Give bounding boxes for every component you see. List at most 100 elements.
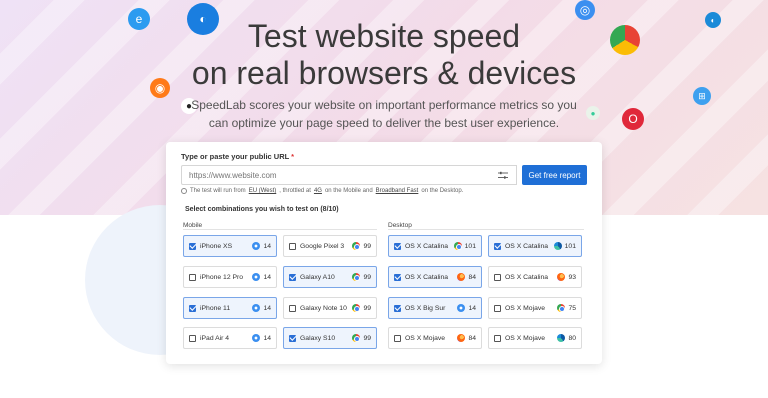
option-device-name: OS X Mojave <box>505 334 546 342</box>
checkbox-checked[interactable] <box>394 304 401 312</box>
combination-option[interactable]: iPhone XS 14 <box>183 235 277 257</box>
option-device-name: iPhone 11 <box>200 304 231 312</box>
mobile-group-label: Mobile <box>183 222 203 229</box>
safari-icon <box>252 242 261 250</box>
option-device-name: Galaxy A10 <box>300 273 335 281</box>
checkbox-checked[interactable] <box>494 242 501 250</box>
option-device-name: OS X Big Sur <box>405 304 446 312</box>
option-device-name: OS X Catalina <box>405 242 449 250</box>
browser-version: 80 <box>568 334 576 342</box>
option-device-name: OS X Catalina <box>505 273 549 281</box>
chrome-icon <box>557 304 566 312</box>
browser-version: 84 <box>468 273 476 281</box>
browser-version: 101 <box>464 242 476 250</box>
browser-version: 14 <box>263 242 271 250</box>
page-subtitle: SpeedLab scores your website on importan… <box>191 98 577 130</box>
speed-test-form: Type or paste your public URL * Get free… <box>166 142 602 364</box>
checkbox-unchecked[interactable] <box>189 273 196 281</box>
checkbox-checked[interactable] <box>394 242 401 250</box>
combination-option[interactable]: Galaxy A10 99 <box>283 266 377 288</box>
browser-version: 101 <box>564 242 576 250</box>
firefox-icon <box>457 334 466 342</box>
info-icon <box>181 188 187 194</box>
browser-version: 99 <box>363 242 371 250</box>
checkbox-checked[interactable] <box>289 334 296 342</box>
option-device-name: OS X Mojave <box>405 334 446 342</box>
option-device-name: OS X Catalina <box>505 242 549 250</box>
sliders-icon <box>497 171 508 179</box>
combination-option[interactable]: OS X Catalina 93 <box>488 266 582 288</box>
option-device-name: OS X Catalina <box>405 273 449 281</box>
safari-icon <box>457 304 466 312</box>
page-title-line-1: Test website speed <box>247 18 521 54</box>
get-free-report-button[interactable]: Get free report <box>522 165 587 185</box>
combination-option[interactable]: OS X Big Sur 14 <box>388 297 482 319</box>
required-mark: * <box>291 152 295 161</box>
edge-icon <box>553 242 562 250</box>
url-label: Type or paste your public URL * <box>181 152 295 161</box>
desktop-network-link[interactable]: Broadband Fast <box>376 188 419 194</box>
checkbox-unchecked[interactable] <box>494 334 501 342</box>
browser-version: 14 <box>263 334 271 342</box>
chrome-icon <box>352 242 361 250</box>
desktop-divider <box>388 229 584 230</box>
option-device-name: iPhone XS <box>200 242 233 250</box>
combination-option[interactable]: OS X Mojave 84 <box>388 327 482 349</box>
settings-button[interactable] <box>489 165 517 185</box>
combination-option[interactable]: OS X Catalina 84 <box>388 266 482 288</box>
browser-version: 75 <box>568 304 576 312</box>
safari-icon <box>252 304 261 312</box>
checkbox-unchecked[interactable] <box>494 304 501 312</box>
combination-option[interactable]: OS X Catalina 101 <box>388 235 482 257</box>
desktop-group-label: Desktop <box>388 222 412 229</box>
chrome-icon <box>453 242 462 250</box>
page-title-line-2: on real browsers & devices <box>191 55 577 91</box>
checkbox-checked[interactable] <box>189 304 196 312</box>
browser-version: 99 <box>363 334 371 342</box>
checkbox-unchecked[interactable] <box>394 334 401 342</box>
chrome-icon <box>352 334 361 342</box>
firefox-icon <box>457 273 466 281</box>
url-input[interactable] <box>181 165 505 185</box>
option-device-name: Google Pixel 3 <box>300 242 345 250</box>
checkbox-unchecked[interactable] <box>289 304 296 312</box>
combination-option[interactable]: OS X Mojave 80 <box>488 327 582 349</box>
combination-option[interactable]: Google Pixel 3 99 <box>283 235 377 257</box>
mobile-network-link[interactable]: 4G <box>314 188 322 194</box>
android-rocket-icon: ● <box>586 106 600 120</box>
safari-icon <box>252 273 261 281</box>
edge-icon <box>557 334 566 342</box>
browser-version: 14 <box>263 273 271 281</box>
chrome-icon <box>352 304 361 312</box>
browser-version: 14 <box>263 304 271 312</box>
mobile-divider <box>183 229 377 230</box>
combination-option[interactable]: iPhone 11 14 <box>183 297 277 319</box>
chrome-icon <box>352 273 361 281</box>
combination-option[interactable]: OS X Catalina 101 <box>488 235 582 257</box>
combination-option[interactable]: iPad Air 4 14 <box>183 327 277 349</box>
option-device-name: Galaxy S10 <box>300 334 336 342</box>
combinations-title: Select combinations you wish to test on … <box>185 206 339 213</box>
browser-version: 99 <box>363 304 371 312</box>
checkbox-checked[interactable] <box>189 242 196 250</box>
region-link[interactable]: EU (West) <box>249 188 277 194</box>
browser-version: 84 <box>468 334 476 342</box>
option-device-name: iPhone 12 Pro <box>200 273 244 281</box>
option-device-name: iPad Air 4 <box>200 334 230 342</box>
option-device-name: Galaxy Note 10 <box>300 304 347 312</box>
firefox-icon <box>557 273 566 281</box>
browser-version: 93 <box>568 273 576 281</box>
opera-rocket-icon: O <box>622 108 644 130</box>
combination-option[interactable]: OS X Mojave 75 <box>488 297 582 319</box>
checkbox-checked[interactable] <box>289 273 296 281</box>
combination-option[interactable]: Galaxy S10 99 <box>283 327 377 349</box>
combination-option[interactable]: Galaxy Note 10 99 <box>283 297 377 319</box>
browser-version: 14 <box>468 304 476 312</box>
option-device-name: OS X Mojave <box>505 304 546 312</box>
browser-version: 99 <box>363 273 371 281</box>
checkbox-checked[interactable] <box>394 273 401 281</box>
combination-option[interactable]: iPhone 12 Pro 14 <box>183 266 277 288</box>
checkbox-unchecked[interactable] <box>189 334 196 342</box>
checkbox-unchecked[interactable] <box>494 273 501 281</box>
checkbox-unchecked[interactable] <box>289 242 296 250</box>
